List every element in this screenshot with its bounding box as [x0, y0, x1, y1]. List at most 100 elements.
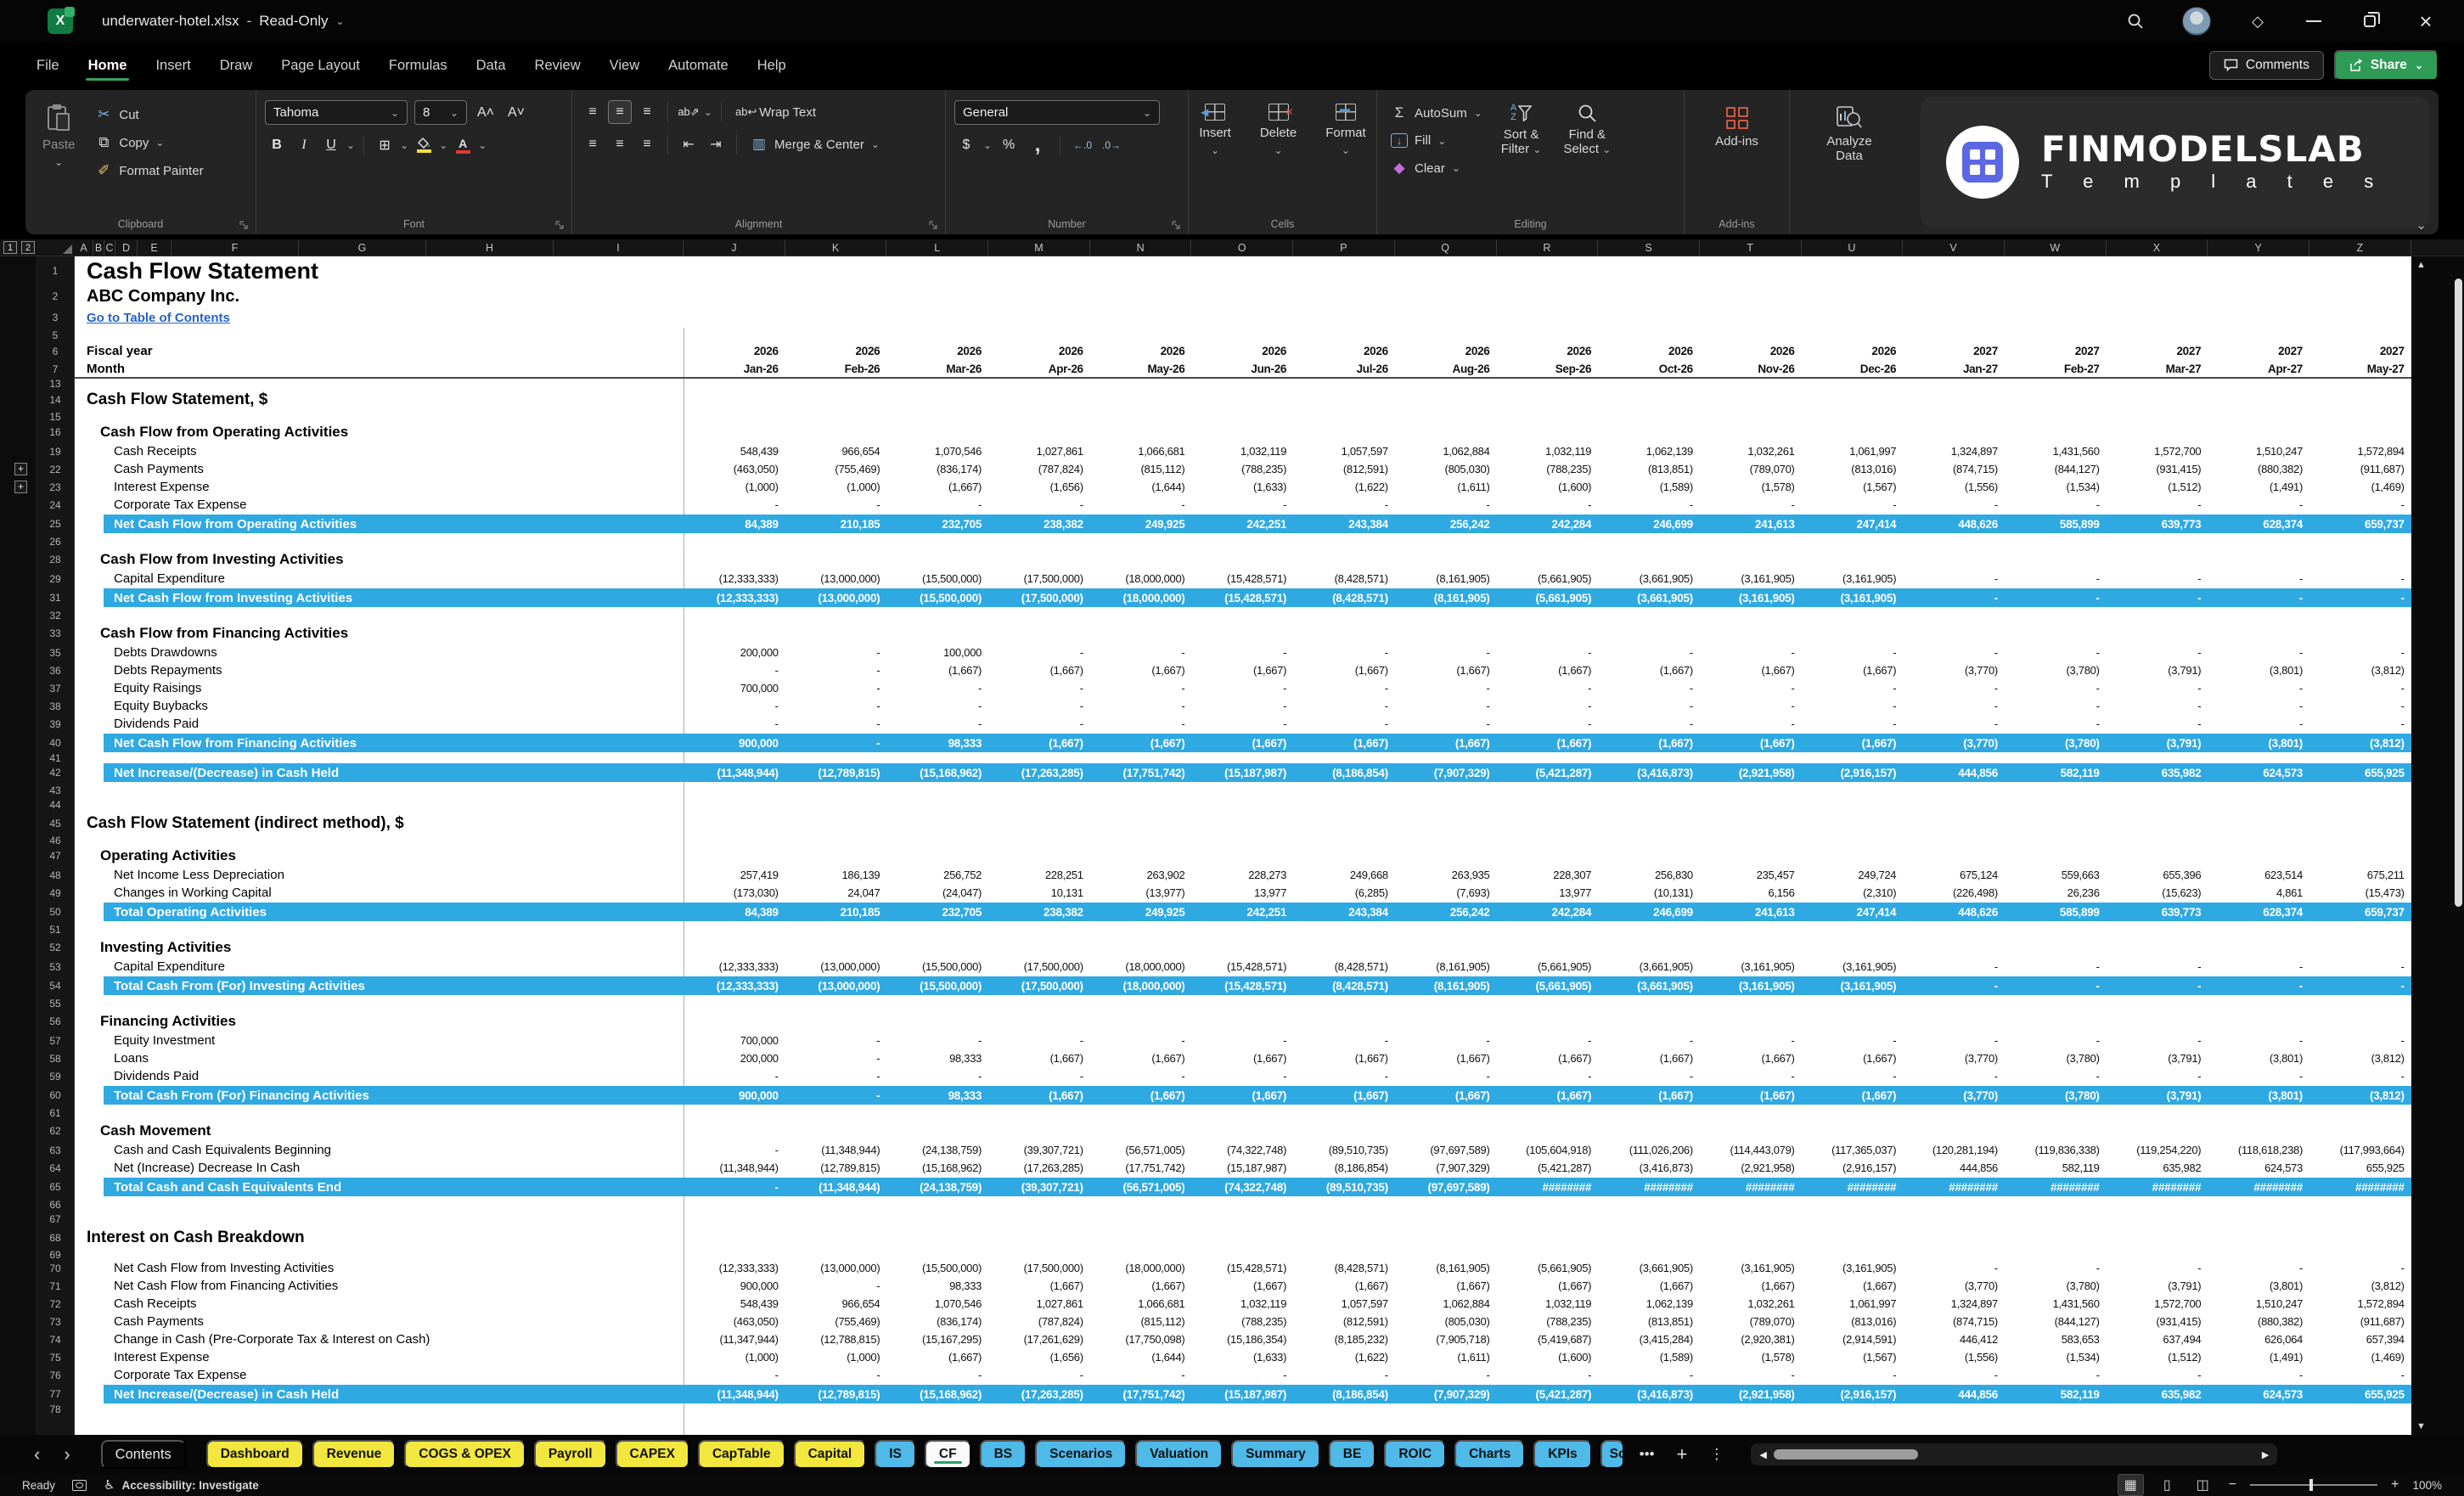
- cell-U64[interactable]: (2,916,157): [1802, 1159, 1904, 1177]
- cell-M53[interactable]: (17,500,000): [988, 958, 1090, 976]
- cell-P75[interactable]: (1,622): [1293, 1348, 1395, 1366]
- row-header-3[interactable]: 3: [36, 307, 75, 328]
- row-header-7[interactable]: 7: [36, 360, 75, 379]
- cell-W37[interactable]: -: [2005, 679, 2107, 697]
- cell-Y19[interactable]: 1,510,247: [2208, 442, 2309, 460]
- cell-Q24[interactable]: -: [1395, 496, 1497, 514]
- cell-N75[interactable]: (1,644): [1090, 1348, 1192, 1366]
- cell-S77[interactable]: (3,416,873): [1598, 1384, 1700, 1404]
- cell-O50[interactable]: 242,251: [1191, 902, 1293, 922]
- cell-T31[interactable]: (3,161,905): [1700, 588, 1802, 608]
- cell-P35[interactable]: -: [1293, 644, 1395, 661]
- cell-Z63[interactable]: (117,993,664): [2309, 1141, 2411, 1159]
- cell-K71[interactable]: -: [785, 1277, 887, 1295]
- cell-X48[interactable]: 655,396: [2107, 866, 2208, 884]
- row-header-74[interactable]: 74: [36, 1330, 75, 1348]
- cell-W57[interactable]: -: [2005, 1032, 2107, 1049]
- cell-K73[interactable]: (755,469): [785, 1313, 887, 1330]
- row-header-46[interactable]: 46: [36, 835, 75, 845]
- cell-K35[interactable]: -: [785, 644, 887, 661]
- row-label[interactable]: Capital Expenditure: [75, 958, 684, 976]
- cell-R23[interactable]: (1,600): [1497, 478, 1599, 496]
- outline-expand-button[interactable]: +: [14, 463, 27, 475]
- row-header-61[interactable]: 61: [36, 1105, 75, 1120]
- cell-Y60[interactable]: (3,801): [2208, 1085, 2309, 1105]
- row-header-38[interactable]: 38: [36, 697, 75, 715]
- cell-Y6[interactable]: 2027: [2208, 342, 2309, 360]
- cell-J35[interactable]: 200,000: [684, 644, 785, 661]
- row-label[interactable]: Cash Receipts: [75, 442, 684, 460]
- row-header-45[interactable]: 45: [36, 812, 75, 835]
- cell-R38[interactable]: -: [1497, 697, 1599, 715]
- cell-J39[interactable]: -: [684, 715, 785, 733]
- cell-J38[interactable]: -: [684, 697, 785, 715]
- row-label[interactable]: Total Cash From (For) Financing Activiti…: [75, 1085, 684, 1105]
- cell-K74[interactable]: (12,788,815): [785, 1330, 887, 1348]
- cell-T23[interactable]: (1,578): [1700, 478, 1802, 496]
- row-label[interactable]: Cash Flow from Operating Activities: [75, 421, 684, 442]
- cell-T77[interactable]: (2,921,958): [1700, 1384, 1802, 1404]
- cell-Q76[interactable]: -: [1395, 1366, 1497, 1384]
- column-header-X[interactable]: X: [2107, 239, 2208, 256]
- cell-L71[interactable]: 98,333: [886, 1277, 988, 1295]
- cell-W40[interactable]: (3,780): [2005, 733, 2107, 753]
- cell-N60[interactable]: (1,667): [1090, 1085, 1192, 1105]
- row-label[interactable]: Changes in Working Capital: [75, 884, 684, 902]
- cell-P64[interactable]: (8,186,854): [1293, 1159, 1395, 1177]
- cell-P48[interactable]: 249,668: [1293, 866, 1395, 884]
- number-format-select[interactable]: General⌄: [954, 100, 1160, 125]
- cell-T42[interactable]: (2,921,958): [1700, 762, 1802, 783]
- cell-S76[interactable]: -: [1598, 1366, 1700, 1384]
- borders-button[interactable]: ⊞: [373, 133, 397, 157]
- grow-font-button[interactable]: A˄: [474, 101, 498, 125]
- cell-Z77[interactable]: 655,925: [2309, 1384, 2411, 1404]
- row-header-22[interactable]: 22: [36, 460, 75, 478]
- cell-S50[interactable]: 246,699: [1598, 902, 1700, 922]
- cell-L19[interactable]: 1,070,546: [886, 442, 988, 460]
- cell-V31[interactable]: -: [1903, 588, 2005, 608]
- cell-T63[interactable]: (114,443,079): [1700, 1141, 1802, 1159]
- cell-V25[interactable]: 448,626: [1903, 514, 2005, 534]
- cell-Z59[interactable]: -: [2309, 1067, 2411, 1085]
- copy-button[interactable]: ⧉Copy⌄: [90, 132, 208, 154]
- cell-U57[interactable]: -: [1802, 1032, 1904, 1049]
- cell-T75[interactable]: (1,578): [1700, 1348, 1802, 1366]
- outline-expand-button[interactable]: +: [14, 481, 27, 493]
- cell-Q31[interactable]: (8,161,905): [1395, 588, 1497, 608]
- sheet-tab-payroll[interactable]: Payroll: [534, 1440, 607, 1469]
- cell-X74[interactable]: 637,494: [2107, 1330, 2208, 1348]
- cell-X53[interactable]: -: [2107, 958, 2208, 976]
- fill-caret-icon[interactable]: ⌄: [439, 139, 447, 151]
- cell-L73[interactable]: (836,174): [886, 1313, 988, 1330]
- cell-U38[interactable]: -: [1802, 697, 1904, 715]
- cell-S38[interactable]: -: [1598, 697, 1700, 715]
- cell-O72[interactable]: 1,032,119: [1191, 1295, 1293, 1313]
- cell-S65[interactable]: ########: [1598, 1177, 1700, 1197]
- cell-U75[interactable]: (1,567): [1802, 1348, 1904, 1366]
- cell-O25[interactable]: 242,251: [1191, 514, 1293, 534]
- cell-P36[interactable]: (1,667): [1293, 661, 1395, 679]
- cell-Q59[interactable]: -: [1395, 1067, 1497, 1085]
- orientation-button[interactable]: ab⇗: [677, 100, 700, 124]
- row-header-64[interactable]: 64: [36, 1159, 75, 1177]
- new-sheet-button[interactable]: +: [1670, 1443, 1695, 1465]
- sheet-tab-kpis[interactable]: KPIs: [1533, 1440, 1591, 1469]
- cell-L54[interactable]: (15,500,000): [886, 976, 988, 996]
- sheet-tab-valuation[interactable]: Valuation: [1135, 1440, 1223, 1469]
- cell-L38[interactable]: -: [886, 697, 988, 715]
- cell-K49[interactable]: 24,047: [785, 884, 887, 902]
- cell-M59[interactable]: -: [988, 1067, 1090, 1085]
- cell-Q37[interactable]: -: [1395, 679, 1497, 697]
- underline-button[interactable]: U: [319, 133, 343, 157]
- cell-P74[interactable]: (8,185,232): [1293, 1330, 1395, 1348]
- cell-P65[interactable]: (89,510,735): [1293, 1177, 1395, 1197]
- cell-Q53[interactable]: (8,161,905): [1395, 958, 1497, 976]
- row-header-31[interactable]: 31: [36, 588, 75, 608]
- cell-S24[interactable]: -: [1598, 496, 1700, 514]
- clipboard-dialog-launcher-icon[interactable]: [239, 221, 248, 229]
- cell-U74[interactable]: (2,914,591): [1802, 1330, 1904, 1348]
- vertical-scrollbar[interactable]: ▲ ▼: [2411, 256, 2464, 1435]
- align-left-button[interactable]: ≡: [581, 132, 605, 156]
- cell-X38[interactable]: -: [2107, 697, 2208, 715]
- cell-J75[interactable]: (1,000): [684, 1348, 785, 1366]
